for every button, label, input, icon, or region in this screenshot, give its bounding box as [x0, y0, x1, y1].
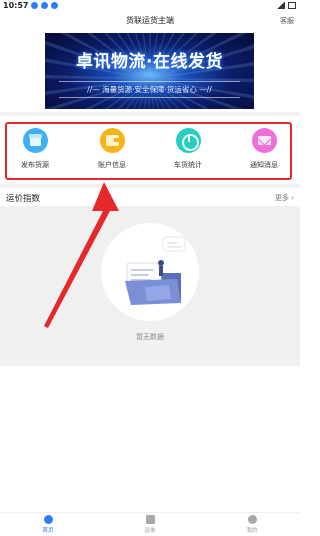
tab-waybill[interactable]: 运单 — [130, 515, 170, 534]
tab-label: 运单 — [144, 528, 156, 534]
tab-home[interactable]: 首页 — [28, 515, 68, 534]
bottom-tab-bar: 首页 运单 我的 — [0, 512, 300, 536]
tab-label: 我的 — [246, 528, 258, 534]
waybill-icon — [145, 515, 155, 524]
home-icon — [43, 515, 53, 524]
tab-label: 首页 — [42, 528, 54, 534]
tab-mine[interactable]: 我的 — [232, 515, 272, 534]
annotation-arrow — [44, 182, 119, 328]
profile-icon — [247, 515, 257, 524]
